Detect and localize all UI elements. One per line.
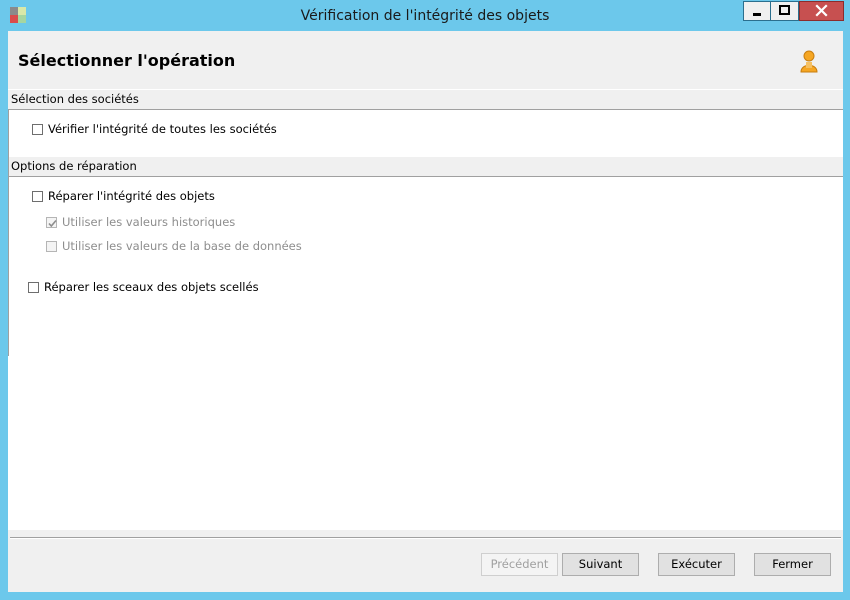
checkbox-box[interactable] — [32, 123, 43, 135]
maximize-icon — [779, 5, 790, 15]
window-title: Vérification de l'intégrité des objets — [300, 8, 550, 24]
repair-integrity-checkbox[interactable]: Réparer l'intégrité des objets — [32, 188, 215, 204]
wizard-header: Sélectionner l'opération — [8, 31, 843, 89]
section-repair-label: Options de réparation — [11, 159, 137, 173]
verify-all-companies-checkbox[interactable]: Vérifier l'intégrité de toutes les socié… — [32, 121, 277, 137]
execute-button[interactable]: Exécuter — [658, 553, 735, 576]
close-button[interactable]: Fermer — [754, 553, 831, 576]
page-title: Sélectionner l'opération — [18, 51, 236, 70]
dialog-window: Vérification de l'intégrité des objets S… — [0, 0, 850, 600]
previous-button[interactable]: Précédent — [481, 553, 558, 576]
close-window-button[interactable] — [799, 1, 844, 21]
minimize-button[interactable] — [743, 1, 771, 21]
use-historical-values-label: Utiliser les valeurs historiques — [62, 215, 236, 229]
panel-left-border — [8, 110, 9, 356]
next-button[interactable]: Suivant — [562, 553, 639, 576]
use-database-values-label: Utiliser les valeurs de la base de donné… — [62, 239, 302, 253]
title-bar[interactable]: Vérification de l'intégrité des objets — [0, 0, 850, 30]
checkbox-box[interactable] — [46, 216, 57, 228]
section-repair: Options de réparation — [8, 157, 843, 177]
section-companies-label: Sélection des sociétés — [11, 92, 139, 106]
repair-integrity-label: Réparer l'intégrité des objets — [48, 189, 215, 203]
checkbox-box[interactable] — [28, 281, 39, 293]
close-icon — [815, 4, 828, 17]
verify-all-companies-label: Vérifier l'intégrité de toutes les socié… — [48, 122, 277, 136]
dialog-client: Sélectionner l'opération Sélection des s… — [8, 31, 843, 592]
footer-divider-highlight — [10, 538, 841, 539]
section-companies: Sélection des sociétés — [8, 90, 843, 110]
maximize-button[interactable] — [771, 1, 799, 21]
user-icon — [798, 50, 820, 74]
use-historical-values-checkbox[interactable]: Utiliser les valeurs historiques — [46, 214, 235, 230]
minimize-icon — [753, 13, 761, 16]
repair-seals-label: Réparer les sceaux des objets scellés — [44, 280, 259, 294]
use-database-values-checkbox[interactable]: Utiliser les valeurs de la base de donné… — [46, 238, 302, 254]
checkbox-box[interactable] — [32, 190, 43, 202]
repair-seals-checkbox[interactable]: Réparer les sceaux des objets scellés — [28, 279, 259, 295]
check-icon — [48, 219, 57, 227]
checkbox-box[interactable] — [46, 240, 57, 252]
